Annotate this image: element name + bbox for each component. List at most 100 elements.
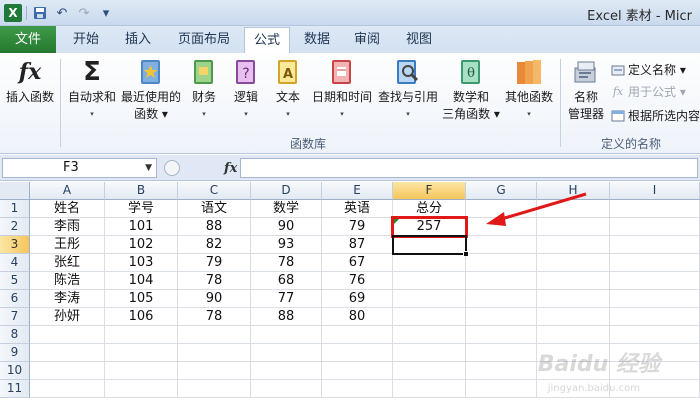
row-header-5[interactable]: 5 xyxy=(0,272,30,290)
cell-a9[interactable] xyxy=(30,344,105,362)
cell-b6[interactable]: 105 xyxy=(105,290,178,308)
tab-data[interactable]: 数据 xyxy=(294,26,340,53)
cell-a7[interactable]: 孙妍 xyxy=(30,308,105,326)
cell-h8[interactable] xyxy=(537,326,610,344)
cell-d2[interactable]: 90 xyxy=(251,218,322,236)
insert-function-fx-icon[interactable]: fx xyxy=(224,161,237,176)
row-header-11[interactable]: 11 xyxy=(0,380,30,398)
name-box[interactable]: F3 ▼ xyxy=(2,158,157,178)
use-in-formula-button[interactable]: fx 用于公式 ▾ xyxy=(611,83,686,100)
formula-input[interactable] xyxy=(240,158,698,178)
tab-file[interactable]: 文件 xyxy=(0,26,56,53)
cell-h6[interactable] xyxy=(537,290,610,308)
cell-b7[interactable]: 106 xyxy=(105,308,178,326)
name-manager-button[interactable]: 名称 管理器 xyxy=(562,57,610,123)
cell-i6[interactable] xyxy=(610,290,700,308)
column-header-e[interactable]: E xyxy=(322,182,393,200)
cell-d3[interactable]: 93 xyxy=(251,236,322,254)
cell-e8[interactable] xyxy=(322,326,393,344)
cell-i5[interactable] xyxy=(610,272,700,290)
undo-icon[interactable]: ↶ xyxy=(53,4,71,22)
cell-b8[interactable] xyxy=(105,326,178,344)
math-trig-button[interactable]: θ 数学和 三角函数 ▾ xyxy=(440,57,502,123)
row-header-2[interactable]: 2 xyxy=(0,218,30,236)
cell-g6[interactable] xyxy=(466,290,537,308)
cell-c9[interactable] xyxy=(178,344,251,362)
cell-f7[interactable] xyxy=(393,308,466,326)
tab-home[interactable]: 开始 xyxy=(62,26,110,53)
cell-c2[interactable]: 88 xyxy=(178,218,251,236)
tab-formulas[interactable]: 公式 xyxy=(244,27,290,54)
cell-g3[interactable] xyxy=(466,236,537,254)
cell-b3[interactable]: 102 xyxy=(105,236,178,254)
excel-app-icon[interactable]: X xyxy=(4,4,22,22)
row-header-9[interactable]: 9 xyxy=(0,344,30,362)
select-all-corner[interactable] xyxy=(0,182,30,200)
define-name-button[interactable]: 定义名称 ▾ xyxy=(611,61,686,78)
cell-g9[interactable] xyxy=(466,344,537,362)
cell-h3[interactable] xyxy=(537,236,610,254)
tab-insert[interactable]: 插入 xyxy=(114,26,162,53)
cell-d11[interactable] xyxy=(251,380,322,398)
cell-i4[interactable] xyxy=(610,254,700,272)
save-icon[interactable] xyxy=(31,4,49,22)
column-header-i[interactable]: I xyxy=(610,182,700,200)
cell-h4[interactable] xyxy=(537,254,610,272)
cell-a6[interactable]: 李涛 xyxy=(30,290,105,308)
tab-page-layout[interactable]: 页面布局 xyxy=(166,26,242,53)
cell-g11[interactable] xyxy=(466,380,537,398)
fill-handle[interactable] xyxy=(463,251,469,257)
financial-button[interactable]: 财务 ▾ xyxy=(186,57,222,123)
cell-c6[interactable]: 90 xyxy=(178,290,251,308)
cell-e11[interactable] xyxy=(322,380,393,398)
formula-expand-handle[interactable] xyxy=(164,160,180,176)
cell-e7[interactable]: 80 xyxy=(322,308,393,326)
cell-e10[interactable] xyxy=(322,362,393,380)
cell-i8[interactable] xyxy=(610,326,700,344)
cell-b11[interactable] xyxy=(105,380,178,398)
cell-h5[interactable] xyxy=(537,272,610,290)
cell-g10[interactable] xyxy=(466,362,537,380)
cell-e9[interactable] xyxy=(322,344,393,362)
tab-view[interactable]: 视图 xyxy=(396,26,442,53)
cell-e2[interactable]: 79 xyxy=(322,218,393,236)
cell-h7[interactable] xyxy=(537,308,610,326)
cell-f6[interactable] xyxy=(393,290,466,308)
row-header-7[interactable]: 7 xyxy=(0,308,30,326)
cell-b5[interactable]: 104 xyxy=(105,272,178,290)
cell-a2[interactable]: 李雨 xyxy=(30,218,105,236)
text-button[interactable]: A 文本 ▾ xyxy=(270,57,306,123)
date-time-button[interactable]: 日期和时间 ▾ xyxy=(310,57,374,123)
cell-g8[interactable] xyxy=(466,326,537,344)
cell-d10[interactable] xyxy=(251,362,322,380)
create-from-selection-button[interactable]: 根据所选内容 xyxy=(611,107,700,124)
cell-d7[interactable]: 88 xyxy=(251,308,322,326)
cell-a1[interactable]: 姓名 xyxy=(30,200,105,218)
column-header-b[interactable]: B xyxy=(105,182,178,200)
name-box-dropdown-icon[interactable]: ▼ xyxy=(145,159,152,177)
cell-e1[interactable]: 英语 xyxy=(322,200,393,218)
cell-i1[interactable] xyxy=(610,200,700,218)
cell-c8[interactable] xyxy=(178,326,251,344)
customize-qat-icon[interactable]: ▾ xyxy=(97,4,115,22)
column-header-c[interactable]: C xyxy=(178,182,251,200)
cell-e6[interactable]: 69 xyxy=(322,290,393,308)
cell-b2[interactable]: 101 xyxy=(105,218,178,236)
cell-d4[interactable]: 78 xyxy=(251,254,322,272)
more-functions-button[interactable]: 其他函数 ▾ xyxy=(502,57,556,123)
cell-i2[interactable] xyxy=(610,218,700,236)
cell-f8[interactable] xyxy=(393,326,466,344)
column-header-f[interactable]: F xyxy=(393,182,466,200)
cell-c10[interactable] xyxy=(178,362,251,380)
cell-b4[interactable]: 103 xyxy=(105,254,178,272)
cell-b1[interactable]: 学号 xyxy=(105,200,178,218)
cell-d9[interactable] xyxy=(251,344,322,362)
cell-f4[interactable] xyxy=(393,254,466,272)
cell-a5[interactable]: 陈浩 xyxy=(30,272,105,290)
cell-c1[interactable]: 语文 xyxy=(178,200,251,218)
insert-function-button[interactable]: fx 插入函数 xyxy=(4,57,56,106)
logical-button[interactable]: ? 逻辑 ▾ xyxy=(228,57,264,123)
cell-e5[interactable]: 76 xyxy=(322,272,393,290)
cell-a3[interactable]: 王彤 xyxy=(30,236,105,254)
tab-review[interactable]: 审阅 xyxy=(344,26,390,53)
